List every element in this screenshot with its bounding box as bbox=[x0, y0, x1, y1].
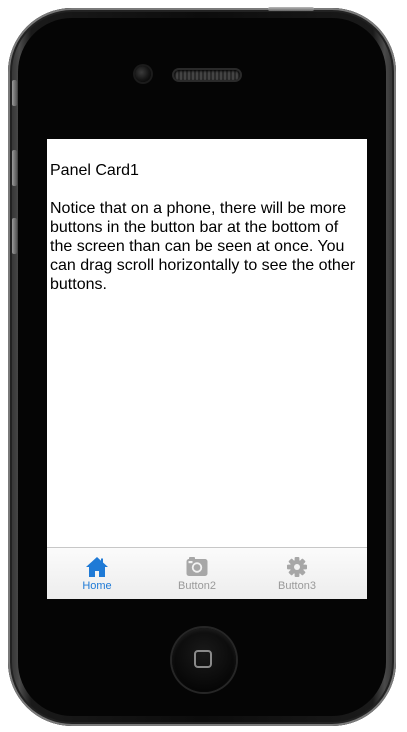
tab-button2-label: Button2 bbox=[178, 579, 216, 592]
panel-title: Panel Card1 bbox=[50, 162, 139, 179]
panel-text: Notice that on a phone, there will be mo… bbox=[50, 200, 356, 293]
panel-card: Panel Card1 Notice that on a phone, ther… bbox=[47, 139, 367, 547]
tab-button3-label: Button3 bbox=[278, 579, 316, 592]
home-button[interactable] bbox=[172, 628, 236, 692]
tab-home-label: Home bbox=[82, 579, 112, 592]
home-icon bbox=[86, 556, 108, 577]
volume-down-button bbox=[12, 218, 17, 254]
page: Panel Card1 Notice that on a phone, ther… bbox=[0, 0, 407, 732]
phone-screen: Panel Card1 Notice that on a phone, ther… bbox=[47, 139, 367, 599]
camera-icon bbox=[186, 556, 208, 576]
tab-button3[interactable]: Button3 bbox=[247, 548, 347, 599]
power-button bbox=[268, 7, 314, 11]
gear-icon bbox=[287, 556, 307, 577]
camera-icon bbox=[135, 66, 151, 82]
home-square-icon bbox=[194, 650, 212, 668]
tab-button2[interactable]: Button2 bbox=[147, 548, 247, 599]
mute-switch bbox=[12, 80, 17, 106]
volume-up-button bbox=[12, 150, 17, 186]
button-bar[interactable]: Home Button2 Button3 bbox=[47, 547, 367, 599]
tab-home[interactable]: Home bbox=[47, 548, 147, 599]
speaker-grille bbox=[174, 70, 240, 80]
